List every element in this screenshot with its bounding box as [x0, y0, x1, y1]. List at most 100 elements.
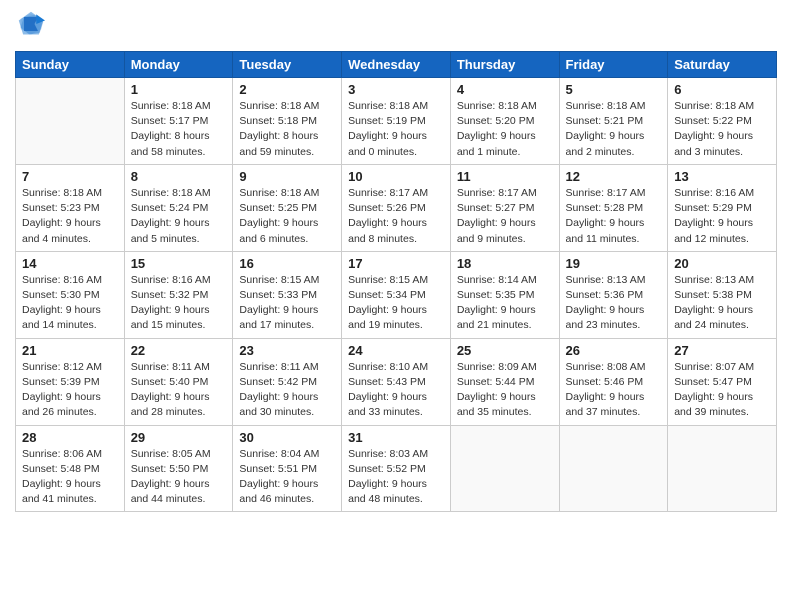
- calendar-cell: 14 Sunrise: 8:16 AMSunset: 5:30 PMDayligh…: [16, 251, 125, 338]
- day-info: Sunrise: 8:17 AMSunset: 5:28 PMDaylight:…: [566, 186, 662, 247]
- day-info: Sunrise: 8:05 AMSunset: 5:50 PMDaylight:…: [131, 447, 227, 508]
- day-number: 12: [566, 169, 662, 184]
- day-info: Sunrise: 8:18 AMSunset: 5:21 PMDaylight:…: [566, 99, 662, 160]
- day-info: Sunrise: 8:12 AMSunset: 5:39 PMDaylight:…: [22, 360, 118, 421]
- day-number: 28: [22, 430, 118, 445]
- calendar-cell: 13 Sunrise: 8:16 AMSunset: 5:29 PMDayligh…: [668, 164, 777, 251]
- calendar-cell: 19 Sunrise: 8:13 AMSunset: 5:36 PMDayligh…: [559, 251, 668, 338]
- day-number: 4: [457, 82, 553, 97]
- day-number: 31: [348, 430, 444, 445]
- calendar-week-row: 7Sunrise: 8:18 AMSunset: 5:23 PMDaylight…: [16, 164, 777, 251]
- day-info: Sunrise: 8:16 AMSunset: 5:30 PMDaylight:…: [22, 273, 118, 334]
- calendar-cell: [559, 425, 668, 512]
- day-info: Sunrise: 8:14 AMSunset: 5:35 PMDaylight:…: [457, 273, 553, 334]
- day-number: 24: [348, 343, 444, 358]
- day-info: Sunrise: 8:04 AMSunset: 5:51 PMDaylight:…: [239, 447, 335, 508]
- day-number: 9: [239, 169, 335, 184]
- calendar-week-row: 14 Sunrise: 8:16 AMSunset: 5:30 PMDayligh…: [16, 251, 777, 338]
- calendar-week-row: 28 Sunrise: 8:06 AMSunset: 5:48 PMDayligh…: [16, 425, 777, 512]
- calendar-cell: 5 Sunrise: 8:18 AMSunset: 5:21 PMDaylight…: [559, 78, 668, 165]
- day-info: Sunrise: 8:09 AMSunset: 5:44 PMDaylight:…: [457, 360, 553, 421]
- day-number: 21: [22, 343, 118, 358]
- day-of-week-header: Thursday: [450, 52, 559, 78]
- day-of-week-header: Saturday: [668, 52, 777, 78]
- day-info: Sunrise: 8:06 AMSunset: 5:48 PMDaylight:…: [22, 447, 118, 508]
- calendar-cell: 28 Sunrise: 8:06 AMSunset: 5:48 PMDayligh…: [16, 425, 125, 512]
- day-info: Sunrise: 8:08 AMSunset: 5:46 PMDaylight:…: [566, 360, 662, 421]
- day-number: 25: [457, 343, 553, 358]
- day-number: 18: [457, 256, 553, 271]
- day-number: 29: [131, 430, 227, 445]
- calendar-cell: 18 Sunrise: 8:14 AMSunset: 5:35 PMDayligh…: [450, 251, 559, 338]
- calendar-cell: [16, 78, 125, 165]
- calendar-cell: 9 Sunrise: 8:18 AMSunset: 5:25 PMDaylight…: [233, 164, 342, 251]
- day-number: 11: [457, 169, 553, 184]
- day-number: 1: [131, 82, 227, 97]
- calendar-cell: 26 Sunrise: 8:08 AMSunset: 5:46 PMDayligh…: [559, 338, 668, 425]
- day-number: 14: [22, 256, 118, 271]
- day-number: 19: [566, 256, 662, 271]
- calendar-cell: 22 Sunrise: 8:11 AMSunset: 5:40 PMDayligh…: [124, 338, 233, 425]
- calendar-cell: 2Sunrise: 8:18 AMSunset: 5:18 PMDaylight…: [233, 78, 342, 165]
- day-number: 20: [674, 256, 770, 271]
- calendar-cell: 16Sunrise: 8:15 AMSunset: 5:33 PMDayligh…: [233, 251, 342, 338]
- day-info: Sunrise: 8:11 AMSunset: 5:40 PMDaylight:…: [131, 360, 227, 421]
- calendar-cell: 1 Sunrise: 8:18 AMSunset: 5:17 PMDaylight…: [124, 78, 233, 165]
- calendar-cell: 8 Sunrise: 8:18 AMSunset: 5:24 PMDaylight…: [124, 164, 233, 251]
- day-info: Sunrise: 8:16 AMSunset: 5:32 PMDaylight:…: [131, 273, 227, 334]
- day-of-week-header: Monday: [124, 52, 233, 78]
- day-info: Sunrise: 8:13 AMSunset: 5:38 PMDaylight:…: [674, 273, 770, 334]
- day-info: Sunrise: 8:17 AMSunset: 5:27 PMDaylight:…: [457, 186, 553, 247]
- calendar-cell: 6 Sunrise: 8:18 AMSunset: 5:22 PMDaylight…: [668, 78, 777, 165]
- day-info: Sunrise: 8:18 AMSunset: 5:17 PMDaylight:…: [131, 99, 227, 160]
- day-number: 30: [239, 430, 335, 445]
- day-info: Sunrise: 8:15 AMSunset: 5:33 PMDaylight:…: [239, 273, 335, 334]
- calendar-cell: 27Sunrise: 8:07 AMSunset: 5:47 PMDayligh…: [668, 338, 777, 425]
- day-info: Sunrise: 8:18 AMSunset: 5:22 PMDaylight:…: [674, 99, 770, 160]
- calendar-cell: 15Sunrise: 8:16 AMSunset: 5:32 PMDayligh…: [124, 251, 233, 338]
- day-info: Sunrise: 8:18 AMSunset: 5:25 PMDaylight:…: [239, 186, 335, 247]
- day-number: 6: [674, 82, 770, 97]
- day-number: 13: [674, 169, 770, 184]
- day-number: 23: [239, 343, 335, 358]
- calendar-cell: 4 Sunrise: 8:18 AMSunset: 5:20 PMDaylight…: [450, 78, 559, 165]
- calendar-cell: 29 Sunrise: 8:05 AMSunset: 5:50 PMDayligh…: [124, 425, 233, 512]
- calendar-cell: 25 Sunrise: 8:09 AMSunset: 5:44 PMDayligh…: [450, 338, 559, 425]
- calendar-table: SundayMondayTuesdayWednesdayThursdayFrid…: [15, 51, 777, 512]
- day-info: Sunrise: 8:07 AMSunset: 5:47 PMDaylight:…: [674, 360, 770, 421]
- calendar-cell: [668, 425, 777, 512]
- calendar-cell: 23 Sunrise: 8:11 AMSunset: 5:42 PMDayligh…: [233, 338, 342, 425]
- day-number: 26: [566, 343, 662, 358]
- calendar-cell: 20 Sunrise: 8:13 AMSunset: 5:38 PMDayligh…: [668, 251, 777, 338]
- logo: [15, 10, 47, 43]
- day-info: Sunrise: 8:10 AMSunset: 5:43 PMDaylight:…: [348, 360, 444, 421]
- calendar-cell: 11 Sunrise: 8:17 AMSunset: 5:27 PMDayligh…: [450, 164, 559, 251]
- page-header: [15, 10, 777, 43]
- day-info: Sunrise: 8:11 AMSunset: 5:42 PMDaylight:…: [239, 360, 335, 421]
- day-number: 5: [566, 82, 662, 97]
- day-info: Sunrise: 8:13 AMSunset: 5:36 PMDaylight:…: [566, 273, 662, 334]
- calendar-cell: 12 Sunrise: 8:17 AMSunset: 5:28 PMDayligh…: [559, 164, 668, 251]
- calendar-cell: 24 Sunrise: 8:10 AMSunset: 5:43 PMDayligh…: [342, 338, 451, 425]
- calendar-cell: [450, 425, 559, 512]
- day-info: Sunrise: 8:18 AMSunset: 5:24 PMDaylight:…: [131, 186, 227, 247]
- day-info: Sunrise: 8:18 AMSunset: 5:23 PMDaylight:…: [22, 186, 118, 247]
- calendar-week-row: 1 Sunrise: 8:18 AMSunset: 5:17 PMDaylight…: [16, 78, 777, 165]
- day-info: Sunrise: 8:16 AMSunset: 5:29 PMDaylight:…: [674, 186, 770, 247]
- calendar-cell: 7Sunrise: 8:18 AMSunset: 5:23 PMDaylight…: [16, 164, 125, 251]
- day-info: Sunrise: 8:18 AMSunset: 5:19 PMDaylight:…: [348, 99, 444, 160]
- day-number: 8: [131, 169, 227, 184]
- day-number: 2: [239, 82, 335, 97]
- calendar-cell: 3 Sunrise: 8:18 AMSunset: 5:19 PMDaylight…: [342, 78, 451, 165]
- calendar-week-row: 21 Sunrise: 8:12 AMSunset: 5:39 PMDayligh…: [16, 338, 777, 425]
- day-number: 22: [131, 343, 227, 358]
- day-info: Sunrise: 8:18 AMSunset: 5:20 PMDaylight:…: [457, 99, 553, 160]
- calendar-cell: 17Sunrise: 8:15 AMSunset: 5:34 PMDayligh…: [342, 251, 451, 338]
- calendar-cell: 10Sunrise: 8:17 AMSunset: 5:26 PMDayligh…: [342, 164, 451, 251]
- day-number: 3: [348, 82, 444, 97]
- day-of-week-header: Tuesday: [233, 52, 342, 78]
- calendar-cell: 21 Sunrise: 8:12 AMSunset: 5:39 PMDayligh…: [16, 338, 125, 425]
- calendar-header-row: SundayMondayTuesdayWednesdayThursdayFrid…: [16, 52, 777, 78]
- day-of-week-header: Sunday: [16, 52, 125, 78]
- day-of-week-header: Friday: [559, 52, 668, 78]
